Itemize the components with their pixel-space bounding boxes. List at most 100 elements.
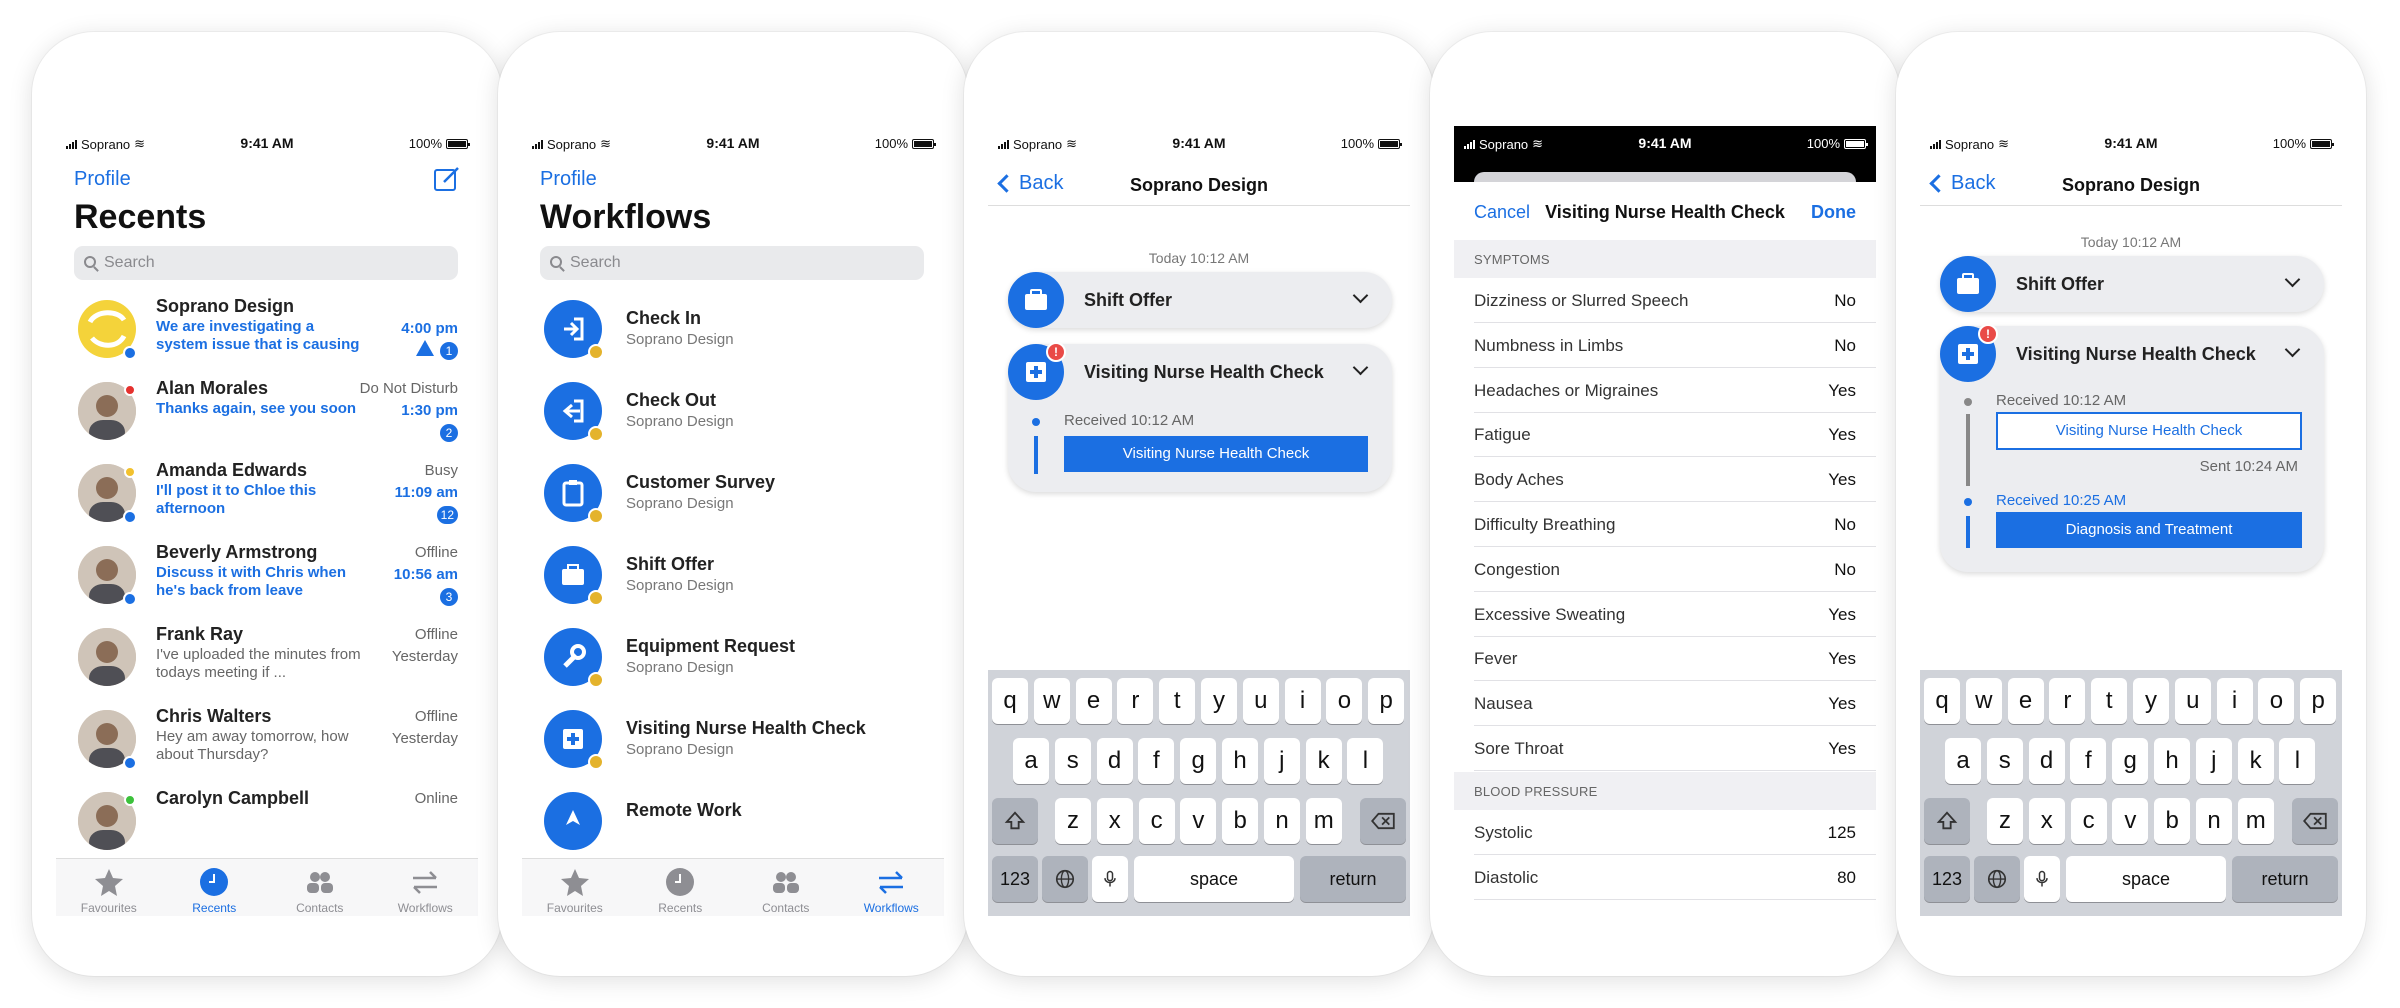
key-w[interactable]: w: [1033, 678, 1070, 724]
key-k[interactable]: k: [1305, 738, 1342, 784]
key-p[interactable]: p: [1368, 678, 1405, 724]
tab-workflows[interactable]: Workflows: [839, 859, 945, 916]
tab-workflows[interactable]: Workflows: [373, 859, 479, 916]
key-x[interactable]: x: [2028, 798, 2065, 844]
workflow-row[interactable]: Check In Soprano Design: [522, 292, 944, 374]
health-check-card[interactable]: ! Visiting Nurse Health Check Received 1…: [1008, 342, 1392, 492]
key-h[interactable]: h: [2154, 738, 2190, 784]
conversation-row[interactable]: Carolyn Campbell Online: [56, 784, 478, 866]
dictation-key[interactable]: [1092, 856, 1128, 902]
key-d[interactable]: d: [1096, 738, 1133, 784]
key-r[interactable]: r: [1117, 678, 1154, 724]
form-row[interactable]: Headaches or Migraines Yes: [1474, 368, 1876, 413]
key-s[interactable]: s: [1986, 738, 2023, 784]
key-u[interactable]: u: [1242, 678, 1279, 724]
key-i[interactable]: i: [2216, 678, 2253, 724]
key-q[interactable]: q: [1924, 678, 1960, 724]
key-m[interactable]: m: [2237, 798, 2274, 844]
key-e[interactable]: e: [2007, 678, 2044, 724]
key-y[interactable]: y: [2133, 678, 2169, 724]
conversation-row[interactable]: Frank Ray Offline I've uploaded the minute…: [56, 620, 478, 702]
form-row[interactable]: Fatigue Yes: [1474, 412, 1876, 458]
form-row[interactable]: Sore Throat Yes: [1474, 726, 1876, 771]
key-s[interactable]: s: [1054, 738, 1091, 784]
conversation-row[interactable]: Alan Morales Do Not Disturb Thanks again, …: [56, 374, 478, 456]
chevron-down-icon[interactable]: [1352, 359, 1369, 376]
key-n[interactable]: n: [2196, 798, 2232, 844]
health-check-card[interactable]: ! Visiting Nurse Health Check Received 1…: [1940, 324, 2324, 572]
form-row[interactable]: Body Aches Yes: [1474, 457, 1876, 503]
globe-key[interactable]: [1042, 856, 1088, 902]
workflow-row[interactable]: Remote Work: [522, 784, 944, 866]
key-j[interactable]: j: [1263, 738, 1300, 784]
key-w[interactable]: w: [1965, 678, 2002, 724]
key-t[interactable]: t: [2091, 678, 2128, 724]
key-f[interactable]: f: [1138, 738, 1175, 784]
diagnosis-button[interactable]: Diagnosis and Treatment: [1996, 512, 2302, 548]
key-x[interactable]: x: [1096, 798, 1133, 844]
key-u[interactable]: u: [2174, 678, 2211, 724]
tab-recents[interactable]: Recents: [162, 859, 268, 916]
key-g[interactable]: g: [2112, 738, 2149, 784]
space-key[interactable]: space: [2066, 856, 2226, 902]
tab-contacts[interactable]: Contacts: [733, 859, 839, 916]
shift-key[interactable]: [992, 798, 1038, 844]
conversation-row[interactable]: Soprano Design We are investigating a sys…: [56, 292, 478, 374]
key-b[interactable]: b: [2154, 798, 2191, 844]
form-row[interactable]: Fever Yes: [1474, 636, 1876, 682]
tab-favourites[interactable]: Favourites: [522, 859, 628, 916]
chevron-down-icon[interactable]: [2284, 271, 2301, 288]
key-c[interactable]: c: [1138, 798, 1175, 844]
key-y[interactable]: y: [1201, 678, 1237, 724]
tab-favourites[interactable]: Favourites: [56, 859, 162, 916]
conversation-row[interactable]: Chris Walters Offline Hey am away tomorrow…: [56, 702, 478, 784]
key-r[interactable]: r: [2049, 678, 2086, 724]
key-k[interactable]: k: [2237, 738, 2274, 784]
conversation-row[interactable]: Beverly Armstrong Offline Discuss it with …: [56, 538, 478, 620]
shift-key[interactable]: [1924, 798, 1970, 844]
form-row[interactable]: Dizziness or Slurred Speech No: [1474, 278, 1876, 323]
key-p[interactable]: p: [2300, 678, 2337, 724]
space-key[interactable]: space: [1134, 856, 1294, 902]
key-t[interactable]: t: [1159, 678, 1196, 724]
form-row[interactable]: Diastolic 80: [1474, 855, 1876, 900]
delete-key[interactable]: [1360, 798, 1406, 844]
key-g[interactable]: g: [1180, 738, 1217, 784]
delete-key[interactable]: [2292, 798, 2338, 844]
key-b[interactable]: b: [1222, 798, 1259, 844]
key-l[interactable]: l: [2279, 738, 2316, 784]
key-i[interactable]: i: [1284, 678, 1321, 724]
key-q[interactable]: q: [992, 678, 1028, 724]
key-c[interactable]: c: [2070, 798, 2107, 844]
numbers-key[interactable]: 123: [1924, 856, 1970, 902]
key-a[interactable]: a: [1013, 738, 1049, 784]
shift-offer-card[interactable]: Shift Offer: [1008, 272, 1392, 328]
key-m[interactable]: m: [1305, 798, 1342, 844]
profile-link[interactable]: Profile: [540, 168, 597, 191]
globe-key[interactable]: [1974, 856, 2020, 902]
form-row[interactable]: Difficulty Breathing No: [1474, 502, 1876, 547]
open-form-button[interactable]: Visiting Nurse Health Check: [1064, 436, 1368, 472]
search-input[interactable]: Search: [540, 246, 924, 280]
dictation-key[interactable]: [2024, 856, 2060, 902]
key-a[interactable]: a: [1945, 738, 1981, 784]
form-row[interactable]: Nausea Yes: [1474, 681, 1876, 727]
key-l[interactable]: l: [1347, 738, 1384, 784]
tab-contacts[interactable]: Contacts: [267, 859, 373, 916]
form-row[interactable]: Systolic 125: [1474, 810, 1876, 855]
done-button[interactable]: Done: [1811, 202, 1856, 223]
form-row[interactable]: Numbness in Limbs No: [1474, 323, 1876, 368]
workflow-row[interactable]: Shift Offer Soprano Design: [522, 538, 944, 620]
key-z[interactable]: z: [1055, 798, 1091, 844]
shift-offer-card[interactable]: Shift Offer: [1940, 256, 2324, 312]
key-j[interactable]: j: [2195, 738, 2232, 784]
health-check-button[interactable]: Visiting Nurse Health Check: [1996, 412, 2302, 450]
key-f[interactable]: f: [2070, 738, 2107, 784]
chevron-down-icon[interactable]: [1352, 287, 1369, 304]
key-v[interactable]: v: [2112, 798, 2149, 844]
key-d[interactable]: d: [2028, 738, 2065, 784]
key-n[interactable]: n: [1264, 798, 1300, 844]
workflow-row[interactable]: Check Out Soprano Design: [522, 374, 944, 456]
form-row[interactable]: Congestion No: [1474, 547, 1876, 592]
key-o[interactable]: o: [1326, 678, 1363, 724]
